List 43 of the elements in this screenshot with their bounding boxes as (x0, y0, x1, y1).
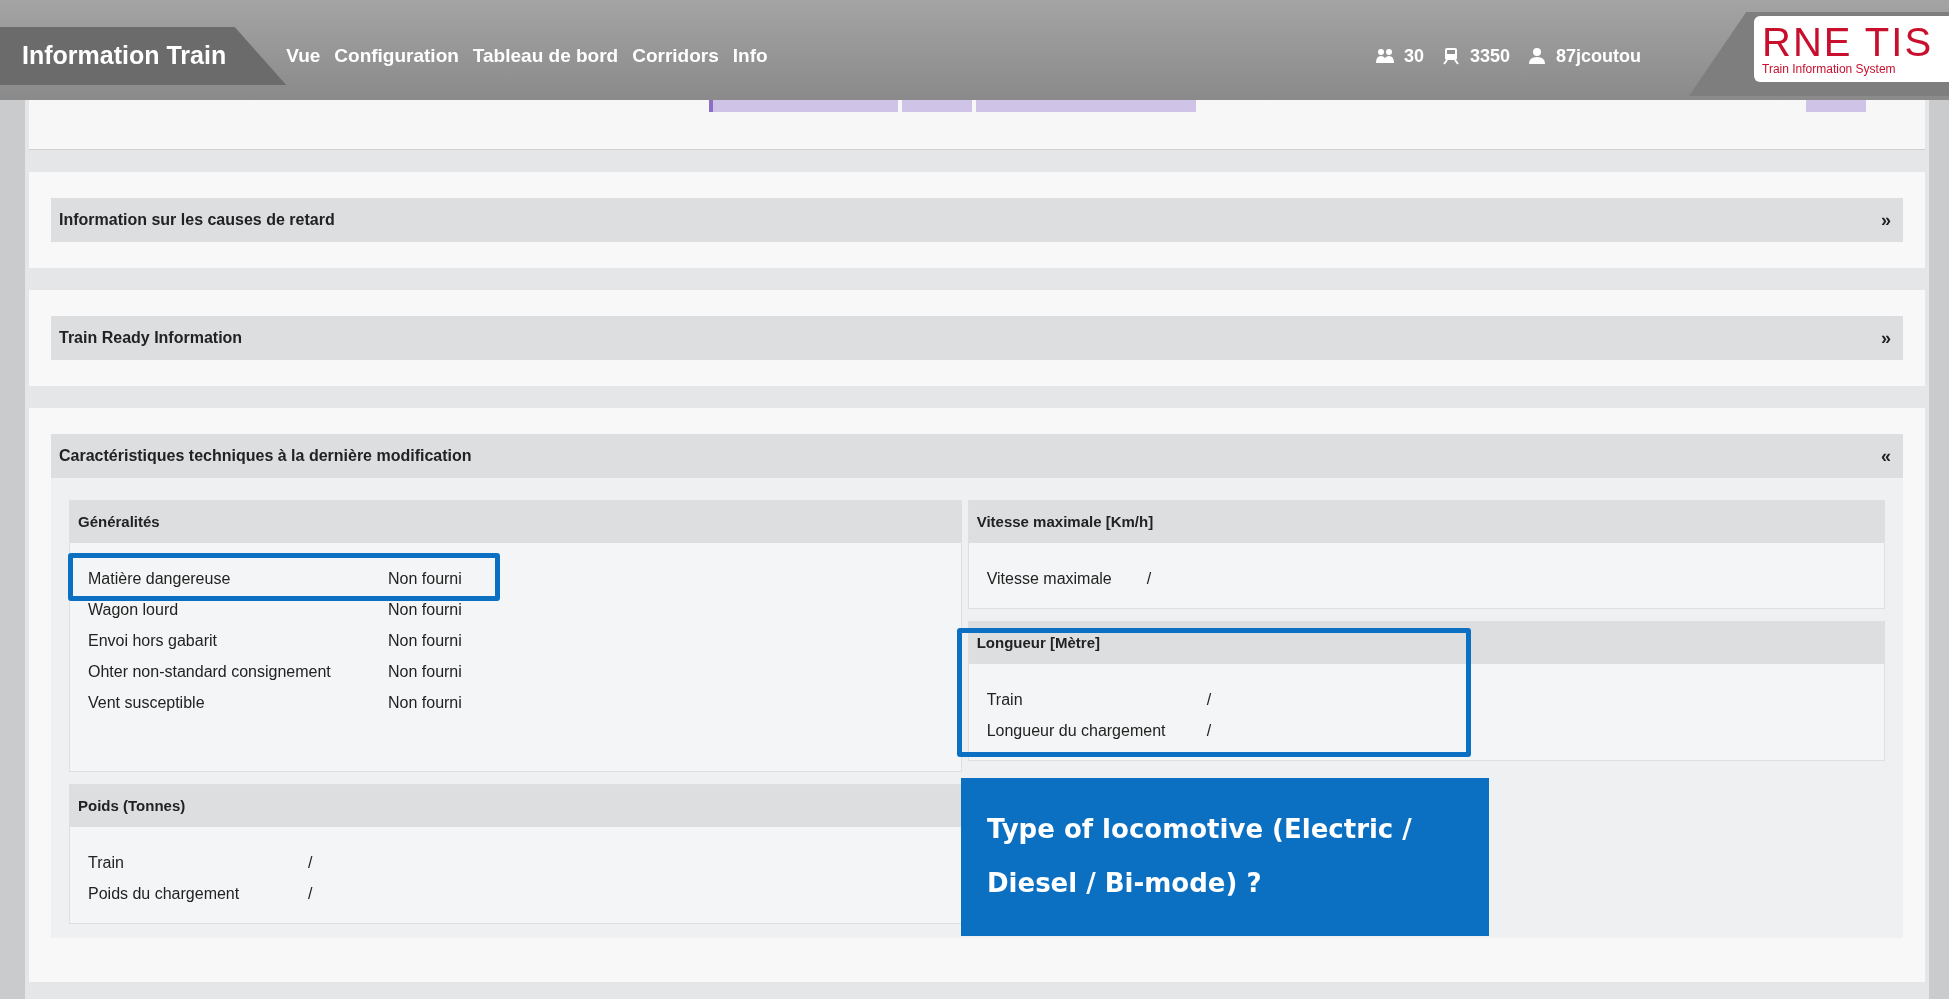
field-value: / (1206, 720, 1212, 741)
field-label: Ohter non-standard consignement (88, 661, 332, 682)
train-icon (1441, 47, 1460, 65)
field-value: Non fourni (388, 599, 462, 620)
field-value: Non fourni (388, 692, 462, 713)
field-label: Train (986, 689, 1024, 710)
section-title: Vitesse maximale [Km/h] (968, 501, 1884, 543)
field-label: Longueur du chargement (986, 720, 1167, 741)
field-value: Non fourni (388, 568, 462, 589)
logo-subtitle: Train Information System (1762, 62, 1896, 76)
field-label: Envoi hors gabarit (88, 630, 218, 651)
people-icon (1375, 47, 1394, 65)
app-title: Information Train (0, 27, 287, 85)
panel-title: Train Ready Information (59, 328, 243, 348)
field-value: / (1206, 689, 1212, 710)
count-label: 3350 (1469, 44, 1510, 68)
field-label: Matière dangereuse (88, 568, 232, 589)
field-label: Vitesse maximale (986, 568, 1113, 589)
expand-icon[interactable]: » (1881, 324, 1891, 352)
field-label: Poids du chargement (88, 883, 241, 904)
field-label: Vent susceptible (88, 692, 206, 713)
collapse-icon[interactable]: « (1881, 442, 1891, 470)
field-value: Non fourni (388, 661, 462, 682)
panel-header[interactable]: Train Ready Information » (51, 316, 1903, 360)
field-value: Non fourni (388, 630, 462, 651)
user-icon (1528, 47, 1546, 65)
user-name: 87jcoutou (1556, 44, 1641, 68)
logo-wordmark: RNE TIS (1762, 22, 1934, 62)
section-title: Poids (Tonnes) (70, 785, 961, 827)
panel-title: Information sur les causes de retard (59, 210, 335, 230)
field-label: Wagon lourd (88, 599, 180, 620)
section-title: Longueur [Mètre] (968, 622, 1884, 664)
field-value: / (308, 883, 313, 904)
expand-icon[interactable]: » (1881, 206, 1891, 234)
field-value: / (308, 852, 313, 873)
panel-title: Caractéristiques techniques à la dernière modification (59, 446, 472, 466)
field-label: Train (88, 852, 125, 873)
panel-header[interactable]: Caractéristiques techniques à la dernière modification « (51, 434, 1903, 478)
section-title: Généralités (70, 501, 961, 543)
count-label: 30 (1403, 44, 1424, 68)
callout-note: Type of locomotive (Electric / Diesel / Bi-mode) ? (961, 778, 1489, 936)
panel-header[interactable]: Information sur les causes de retard » (51, 198, 1903, 242)
field-value: / (1146, 568, 1152, 589)
